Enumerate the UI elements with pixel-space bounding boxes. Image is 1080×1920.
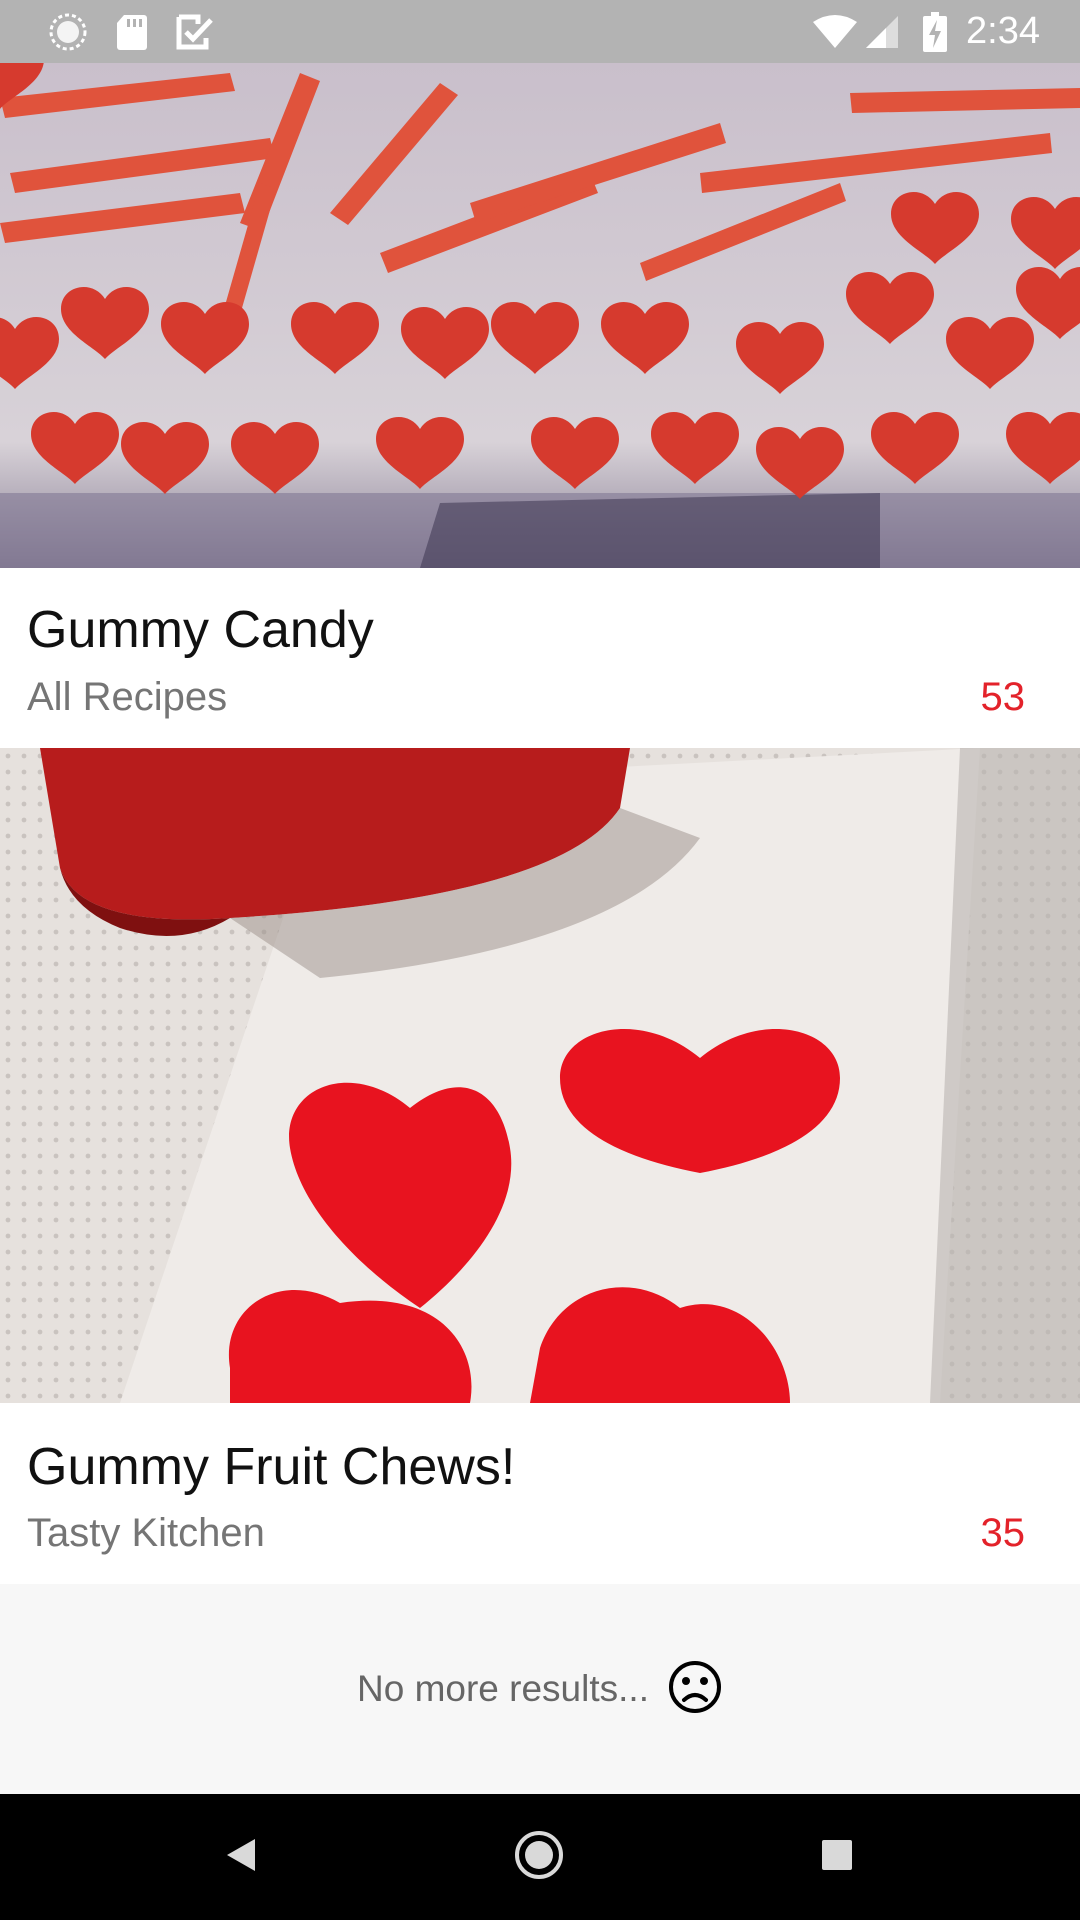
navigation-bar — [0, 1794, 1080, 1920]
back-icon — [223, 1835, 259, 1880]
recipe-card[interactable]: Gummy Candy All Recipes 53 — [0, 63, 1080, 748]
recipe-count: 35 — [980, 1511, 1026, 1555]
battery-charging-icon — [920, 0, 950, 63]
recipe-card[interactable]: Gummy Fruit Chews! Tasty Kitchen 35 — [0, 748, 1080, 1584]
recents-button[interactable] — [777, 1794, 897, 1920]
recipe-title: Gummy Candy — [27, 601, 374, 659]
recipe-image[interactable] — [0, 748, 1080, 1403]
recipe-title: Gummy Fruit Chews! — [27, 1438, 516, 1496]
recipe-source: Tasty Kitchen — [27, 1511, 265, 1555]
status-bar: 2:34 — [0, 0, 1080, 63]
sd-card-icon — [112, 0, 152, 63]
no-more-results-text: No more results... — [357, 1668, 649, 1709]
sync-icon — [44, 0, 92, 63]
recipe-image[interactable] — [0, 63, 1080, 568]
task-check-icon — [174, 0, 216, 63]
sad-face-icon — [667, 1659, 723, 1720]
home-icon — [513, 1829, 565, 1886]
recipe-count: 53 — [980, 675, 1026, 719]
recipe-source: All Recipes — [27, 675, 228, 719]
wifi-icon — [810, 0, 860, 63]
home-button[interactable] — [479, 1794, 599, 1920]
recents-icon — [819, 1837, 855, 1878]
signal-icon — [862, 0, 902, 63]
no-more-results: No more results... — [0, 1584, 1080, 1794]
status-time: 2:34 — [966, 10, 1040, 52]
back-button[interactable] — [181, 1794, 301, 1920]
